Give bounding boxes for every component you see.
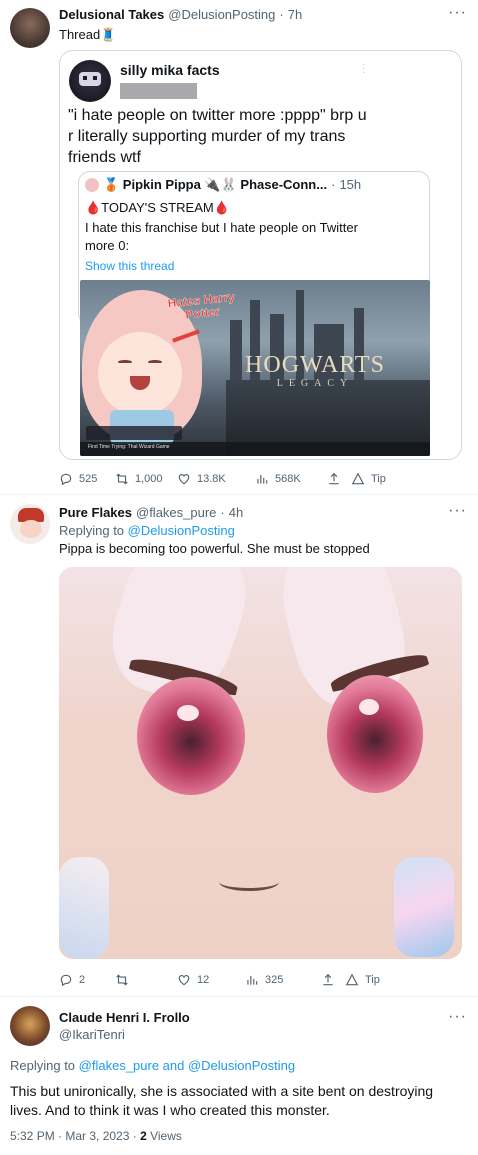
nested-avatar <box>85 178 99 192</box>
tweet-text: Thread🧵 <box>59 27 117 42</box>
nested-line2: I hate this franchise but I hate people … <box>85 220 358 253</box>
retweet-icon <box>116 974 128 986</box>
share-icon <box>323 973 333 986</box>
author-name[interactable]: Pure Flakes <box>59 505 132 520</box>
author-handle[interactable]: @flakes_pure <box>136 505 216 520</box>
mention-link[interactable]: @flakes_pure and @DelusionPosting <box>79 1058 295 1073</box>
more-icon[interactable]: ··· <box>448 1008 467 1026</box>
retweet-icon <box>116 473 128 485</box>
reply-icon <box>60 473 72 486</box>
author-name[interactable]: Delusional Takes <box>59 7 164 22</box>
retweet-button[interactable] <box>115 973 177 987</box>
game-logo: HOGWARTS <box>245 352 385 378</box>
tip-button[interactable]: Tip <box>351 472 386 486</box>
tweet-text: This but unironically, she is associated… <box>10 1083 434 1118</box>
tweet-time[interactable]: 4h <box>229 505 243 520</box>
views-button[interactable]: 325 <box>245 973 321 987</box>
timestamp[interactable]: 5:32 PM · Mar 3, 2023 · <box>10 1129 140 1143</box>
quoted-tweet[interactable]: silly mika facts · · · "i hate people on t… <box>59 50 462 460</box>
reply-icon <box>60 974 72 987</box>
divider <box>0 494 478 495</box>
tweet-time[interactable]: 7h <box>288 7 302 22</box>
mention-link[interactable]: @DelusionPosting <box>128 523 235 538</box>
share-button[interactable] <box>327 472 351 486</box>
right-eye <box>327 675 423 793</box>
nested-author: 🥉 Pipkin Pippa 🔌🐰 Phase-Conn... <box>103 177 328 192</box>
share-icon <box>329 472 339 485</box>
share-button[interactable] <box>321 973 345 987</box>
nested-time: 15h <box>339 177 362 192</box>
avatar[interactable] <box>10 1006 50 1046</box>
views-button[interactable]: 568K <box>255 472 327 486</box>
tweet-meta: 5:32 PM · Mar 3, 2023 · 2 Views <box>10 1129 182 1143</box>
mouth <box>219 873 279 891</box>
game-logo-sub: LEGACY <box>276 378 354 389</box>
stream-thumbnail[interactable]: Hates Harry Potter HOGWARTS LEGACY First… <box>80 280 430 456</box>
replying-to: Replying to @flakes_pure and @DelusionPo… <box>10 1058 296 1073</box>
replying-to: Replying to @DelusionPosting <box>59 523 235 538</box>
avatar[interactable] <box>10 504 50 544</box>
quote-avatar <box>69 60 111 102</box>
quote-author-name: silly mika facts <box>120 62 220 78</box>
divider <box>0 996 478 997</box>
tweet-actions: 525 1,000 13.8K 568K Tip <box>59 472 459 486</box>
thumbnail-caption: First Time Trying: That Wizard Game <box>88 444 170 450</box>
avatar[interactable] <box>10 8 50 48</box>
tip-icon <box>345 973 359 986</box>
like-button[interactable]: 12 <box>177 973 245 987</box>
show-thread-link[interactable]: Show this thread <box>85 259 174 273</box>
views-count: 2 <box>140 1129 147 1143</box>
author-handle[interactable]: @DelusionPosting <box>168 7 275 22</box>
tweet-image[interactable] <box>59 567 462 959</box>
retweet-button[interactable]: 1,000 <box>115 472 177 486</box>
quote-text: "i hate people on twitter more :pppp" br… <box>68 107 367 166</box>
heart-icon <box>178 975 190 986</box>
tip-button[interactable]: Tip <box>345 973 380 987</box>
nested-line1: 🩸TODAY'S STREAM🩸 <box>85 200 230 215</box>
tweet-actions: 2 12 325 Tip <box>59 973 459 987</box>
views-icon <box>247 975 258 985</box>
author-handle[interactable]: @IkariTenri <box>59 1027 125 1042</box>
tweet-text: Pippa is becoming too powerful. She must… <box>59 541 370 556</box>
author-name[interactable]: Claude Henri I. Frollo <box>59 1010 190 1025</box>
redacted-handle <box>120 83 197 99</box>
more-icon[interactable]: ··· <box>448 502 467 520</box>
more-icon[interactable]: ··· <box>448 4 467 22</box>
like-button[interactable]: 13.8K <box>177 472 255 486</box>
views-icon <box>257 474 268 484</box>
heart-icon <box>178 474 190 485</box>
reply-button[interactable]: 2 <box>59 973 115 987</box>
quote-menu-icon[interactable]: · · · <box>362 60 365 78</box>
tip-icon <box>351 472 365 485</box>
left-eye <box>137 677 245 795</box>
reply-button[interactable]: 525 <box>59 472 115 486</box>
